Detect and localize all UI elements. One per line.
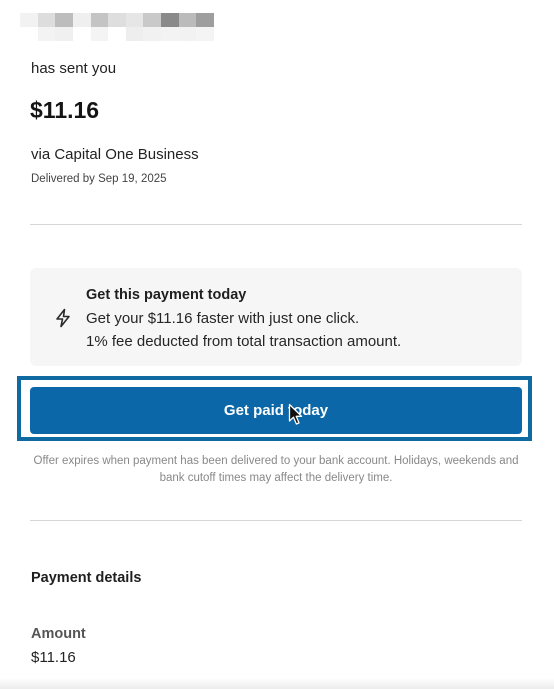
redaction-pixel: [125, 13, 144, 27]
redaction-pixel: [143, 13, 162, 27]
payment-amount: $11.16: [30, 97, 100, 123]
redaction-pixel: [143, 27, 162, 41]
payment-method-text: via Capital One Business: [31, 146, 199, 163]
mouse-pointer-icon: [288, 403, 303, 425]
get-paid-today-button[interactable]: Get paid today: [30, 387, 522, 434]
redaction-pixel: [90, 13, 109, 27]
redaction-pixel: [90, 27, 109, 41]
redaction-pixel: [108, 13, 126, 27]
offer-title: Get this payment today: [86, 287, 247, 303]
redaction-pixel: [20, 13, 38, 27]
delivery-date-text: Delivered by Sep 19, 2025: [31, 173, 167, 185]
amount-label: Amount: [31, 626, 86, 642]
redaction-pixel: [125, 27, 144, 41]
redaction-pixel: [161, 13, 179, 27]
redaction-pixel: [178, 27, 197, 41]
amount-value: $11.16: [31, 649, 76, 666]
lightning-bolt-icon: [56, 308, 70, 328]
offer-description: Get your $11.16 faster with just one cli…: [86, 310, 360, 327]
redaction-pixel: [72, 27, 91, 41]
redaction-pixel: [161, 27, 179, 41]
payment-notification-page: has sent you $11.16 via Capital One Busi…: [0, 0, 554, 689]
redaction-pixel: [196, 27, 214, 41]
divider: [30, 520, 522, 521]
redaction-pixel: [196, 13, 214, 27]
instant-payment-offer-card: Get this payment today Get your $11.16 f…: [30, 268, 522, 366]
offer-fee-note: 1% fee deducted from total transaction a…: [86, 333, 402, 350]
sent-you-text: has sent you: [31, 60, 117, 77]
redaction-pixel: [37, 13, 56, 27]
redaction-pixel: [37, 27, 56, 41]
divider: [30, 224, 522, 225]
redaction-pixel: [72, 13, 91, 27]
offer-fine-print: Offer expires when payment has been deli…: [33, 455, 519, 484]
bottom-edge-fade: [0, 678, 554, 689]
payment-details-heading: Payment details: [31, 570, 142, 586]
redacted-sender-name: [20, 13, 214, 41]
redaction-pixel: [55, 13, 73, 27]
redaction-pixel: [178, 13, 197, 27]
redaction-pixel: [55, 27, 73, 41]
redaction-pixel: [108, 27, 126, 41]
redaction-pixel: [20, 27, 38, 41]
